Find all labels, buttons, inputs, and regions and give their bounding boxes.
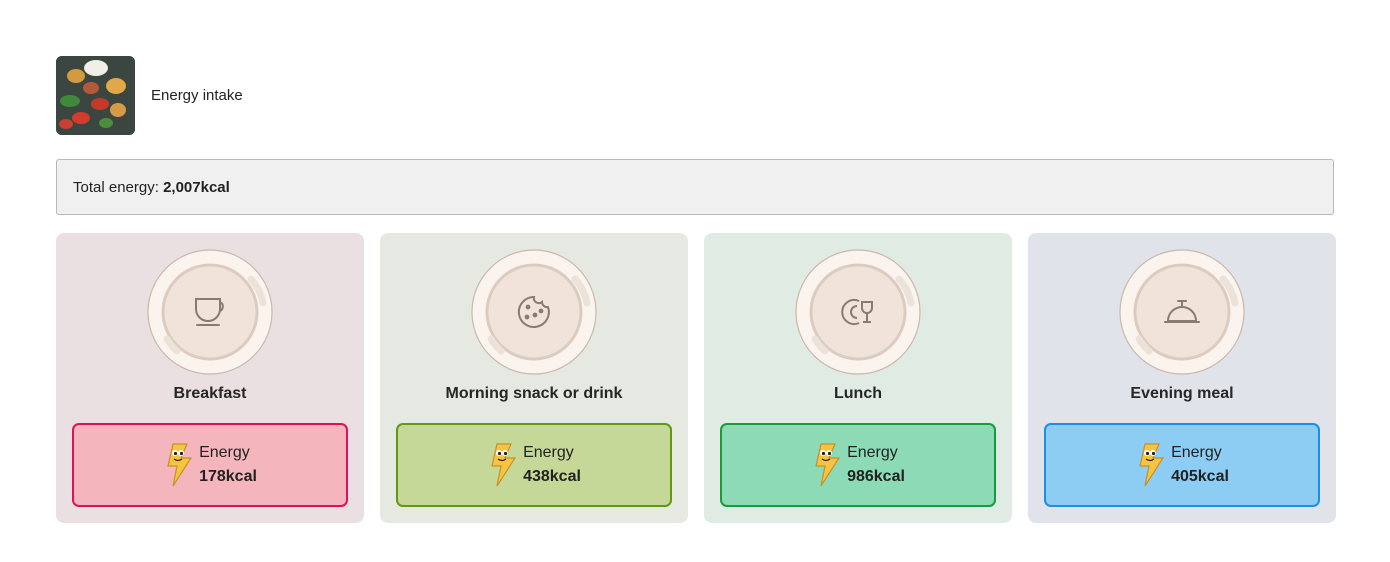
- energy-value: 405kcal: [1171, 468, 1229, 485]
- plate: [147, 249, 273, 375]
- page-header: Energy intake: [56, 56, 243, 135]
- meal-name: Lunch: [834, 385, 882, 402]
- total-energy-value: 2,007kcal: [163, 178, 230, 196]
- energy-box: Energy 178kcal: [72, 423, 348, 507]
- energy-label: Energy: [847, 444, 898, 461]
- plate: [795, 249, 921, 375]
- energy-value: 986kcal: [847, 468, 905, 485]
- meal-card-morning-snack[interactable]: Morning snack or drink Energy 438kcal: [380, 233, 688, 523]
- energy-box: Energy 438kcal: [396, 423, 672, 507]
- energy-label: Energy: [523, 444, 574, 461]
- plate: [1119, 249, 1245, 375]
- energy-label: Energy: [1171, 444, 1222, 461]
- meal-card-lunch[interactable]: Lunch Energy 986kcal: [704, 233, 1012, 523]
- meal-card-evening-meal[interactable]: Evening meal Energy 405kcal: [1028, 233, 1336, 523]
- energy-mascot-icon: [815, 443, 841, 487]
- meal-name: Breakfast: [173, 385, 247, 402]
- meal-name: Morning snack or drink: [445, 385, 623, 402]
- food-photo: [56, 56, 135, 135]
- energy-mascot-icon: [491, 443, 517, 487]
- page-title: Energy intake: [151, 87, 243, 104]
- meal-cards: Breakfast Energy 178kcal Morning snack o…: [56, 233, 1336, 523]
- energy-mascot-icon: [1139, 443, 1165, 487]
- energy-label: Energy: [199, 444, 250, 461]
- meal-name: Evening meal: [1130, 385, 1234, 402]
- energy-box: Energy 986kcal: [720, 423, 996, 507]
- energy-value: 178kcal: [199, 468, 257, 485]
- energy-mascot-icon: [167, 443, 193, 487]
- total-energy-bar: Total energy: 2,007kcal: [56, 159, 1334, 215]
- energy-value: 438kcal: [523, 468, 581, 485]
- total-energy-label: Total energy:: [73, 178, 159, 196]
- meal-card-breakfast[interactable]: Breakfast Energy 178kcal: [56, 233, 364, 523]
- energy-box: Energy 405kcal: [1044, 423, 1320, 507]
- plate: [471, 249, 597, 375]
